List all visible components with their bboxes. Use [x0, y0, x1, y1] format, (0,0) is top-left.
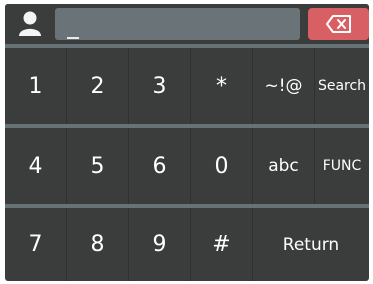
- input-cursor: [67, 37, 79, 39]
- numeric-keypad-panel: 1 2 3 * ~!@ Search 4 5 6 0 abc FUNC 7 8 …: [5, 4, 369, 281]
- key-search[interactable]: Search: [315, 48, 369, 124]
- keypad-top-bar: [5, 4, 369, 46]
- keypad-input-field[interactable]: [55, 8, 300, 40]
- key-2[interactable]: 2: [67, 48, 128, 124]
- key-asterisk[interactable]: *: [191, 48, 252, 124]
- key-abc[interactable]: abc: [253, 128, 314, 204]
- backspace-icon: [326, 15, 351, 33]
- key-8[interactable]: 8: [67, 208, 128, 281]
- key-4[interactable]: 4: [5, 128, 66, 204]
- key-hash[interactable]: #: [191, 208, 252, 281]
- key-symbols[interactable]: ~!@: [253, 48, 314, 124]
- key-6[interactable]: 6: [129, 128, 190, 204]
- key-1[interactable]: 1: [5, 48, 66, 124]
- key-9[interactable]: 9: [129, 208, 190, 281]
- key-7[interactable]: 7: [5, 208, 66, 281]
- key-5[interactable]: 5: [67, 128, 128, 204]
- return-button[interactable]: Return: [253, 208, 369, 281]
- key-func[interactable]: FUNC: [315, 128, 369, 204]
- key-3[interactable]: 3: [129, 48, 190, 124]
- key-0[interactable]: 0: [191, 128, 252, 204]
- backspace-button[interactable]: [308, 8, 369, 40]
- user-icon: [11, 8, 49, 40]
